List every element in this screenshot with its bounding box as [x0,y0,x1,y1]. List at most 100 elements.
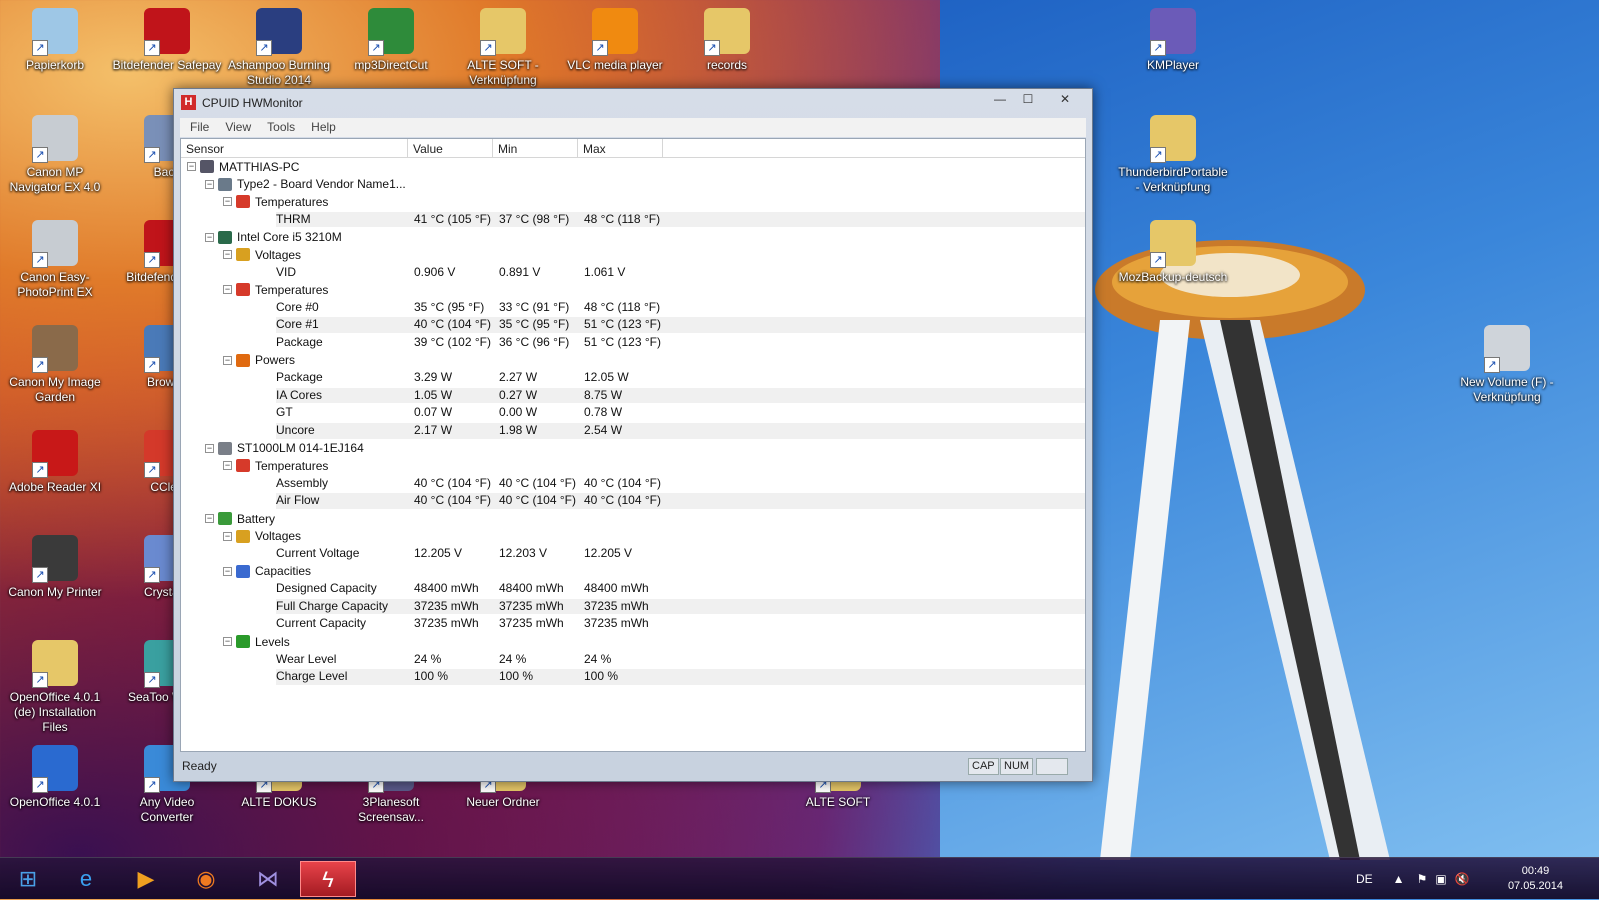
sensor-row[interactable]: GT 0.07 W 0.00 W 0.78 W [181,404,1085,422]
tree-node[interactable]: − Powers [181,352,1085,370]
language-indicator[interactable]: DE [1356,872,1373,886]
hwmonitor-window[interactable]: H CPUID HWMonitor — ☐ ✕ File View Tools … [173,88,1093,782]
sensor-row[interactable]: Full Charge Capacity 37235 mWh 37235 mWh 37… [181,598,1085,616]
firefox-button[interactable]: ◉ [178,861,234,897]
internet-explorer-button[interactable]: e [58,861,114,897]
collapse-toggle-icon[interactable]: − [205,443,214,453]
tree-node[interactable]: − Type2 - Board Vendor Name1... [181,176,1085,194]
network-icon[interactable]: ▣ [1435,872,1446,886]
collapse-toggle-icon[interactable]: − [223,566,232,576]
sensor-row[interactable]: THRM 41 °C (105 °F) 37 °C (98 °F) 48 °C (11… [181,211,1085,229]
minimize-button[interactable]: — [986,89,1014,109]
sensor-max: 37235 mWh [584,616,649,631]
collapse-toggle-icon[interactable]: − [223,637,232,647]
tree-node[interactable]: − Intel Core i5 3210M [181,228,1085,246]
menu-file[interactable]: File [182,118,217,137]
tree-node[interactable]: − ST1000LM 014-1EJ164 [181,440,1085,458]
collapse-toggle-icon[interactable]: − [187,162,196,172]
sensor-row[interactable]: Wear Level 24 % 24 % 24 % [181,651,1085,669]
show-hidden-icons-icon[interactable]: ▲ [1393,872,1405,886]
sensor-row[interactable]: VID 0.906 V 0.891 V 1.061 V [181,264,1085,282]
sensor-name: THRM [276,211,311,226]
desktop-icon[interactable]: Ashampoo Burning Studio 2014 [224,8,334,88]
desktop-icon[interactable]: VLC media player [560,8,670,73]
power-icon [236,353,250,367]
tree-node[interactable]: − Temperatures [181,281,1085,299]
collapse-toggle-icon[interactable]: − [223,355,232,365]
menu-view[interactable]: View [217,118,259,137]
collapse-toggle-icon[interactable]: − [223,531,232,541]
media-player-button[interactable]: ▶ [118,861,174,897]
collapse-toggle-icon[interactable]: − [223,461,232,471]
desktop-icon[interactable]: OpenOffice 4.0.1 [0,745,110,810]
collapse-toggle-icon[interactable]: − [223,285,232,295]
collapse-toggle-icon[interactable]: − [223,250,232,260]
desktop-icon[interactable]: Papierkorb [0,8,110,73]
title-bar[interactable]: H CPUID HWMonitor — ☐ ✕ [174,89,1092,116]
sensor-row[interactable]: Current Voltage 12.205 V 12.203 V 12.205 V [181,545,1085,563]
tree-node[interactable]: − Capacities [181,563,1085,581]
clock[interactable]: 00:49 07.05.2014 [1508,864,1563,894]
column-max[interactable]: Max [578,139,663,157]
desktop-icon[interactable]: Canon Easy-PhotoPrint EX [0,220,110,300]
sensor-tree-view[interactable]: Sensor Value Min Max − MATTHIAS-PC − Type2 … [180,138,1086,752]
sensor-value: 40 °C (104 °F) [414,493,491,508]
hwmonitor-button[interactable]: ϟ [300,861,356,897]
desktop-icon[interactable]: KMPlayer [1118,8,1228,73]
column-value[interactable]: Value [408,139,493,157]
menu-help[interactable]: Help [303,118,344,137]
start-button[interactable]: ⊞ [0,861,56,897]
sensor-row[interactable]: Air Flow 40 °C (104 °F) 40 °C (104 °F) 40 °… [181,492,1085,510]
desktop-icon[interactable]: Canon My Image Garden [0,325,110,405]
tree-node-label: Powers [255,353,296,368]
desktop-icon[interactable]: records [672,8,782,73]
desktop-icon[interactable]: Adobe Reader XI [0,430,110,495]
desktop-icon[interactable]: Bitdefender Safepay [112,8,222,73]
collapse-toggle-icon[interactable]: − [205,514,214,524]
collapse-toggle-icon[interactable]: − [205,232,214,242]
menu-tools[interactable]: Tools [259,118,303,137]
shortcut-icon [1150,8,1196,56]
sensor-row[interactable]: Uncore 2.17 W 1.98 W 2.54 W [181,422,1085,440]
sensor-row[interactable]: IA Cores 1.05 W 0.27 W 8.75 W [181,387,1085,405]
tree-node[interactable]: − Voltages [181,246,1085,264]
tree-node[interactable]: − Levels [181,633,1085,651]
sensor-name: Core #1 [276,317,319,332]
sensor-row[interactable]: Charge Level 100 % 100 % 100 % [181,668,1085,686]
desktop-icon[interactable]: New Volume (F) - Verknüpfung [1452,325,1562,405]
desktop-icon[interactable]: ALTE SOFT - Verknüpfung [448,8,558,88]
collapse-toggle-icon[interactable]: − [223,197,232,207]
action-center-flag-icon[interactable]: ⚑ [1417,872,1428,886]
volume-muted-icon[interactable]: 🔇 [1455,872,1470,886]
column-min[interactable]: Min [493,139,578,157]
sensor-name: VID [276,264,297,279]
tree-node[interactable]: − Temperatures [181,193,1085,211]
desktop-icon[interactable]: MozBackup-deutsch [1118,220,1228,285]
sensor-row[interactable]: Designed Capacity 48400 mWh 48400 mWh 48400… [181,580,1085,598]
sensor-row[interactable]: Core #1 40 °C (104 °F) 35 °C (95 °F) 51 °C … [181,316,1085,334]
sensor-row[interactable]: Current Capacity 37235 mWh 37235 mWh 37235 … [181,615,1085,633]
sensor-value: 1.05 W [414,387,453,402]
tree-node[interactable]: − Battery [181,510,1085,528]
desktop-icon[interactable]: mp3DirectCut [336,8,446,73]
close-button[interactable]: ✕ [1042,89,1088,109]
tree-node[interactable]: − Temperatures [181,457,1085,475]
desktop-icon[interactable]: Canon MP Navigator EX 4.0 [0,115,110,195]
tree-node[interactable]: − Voltages [181,527,1085,545]
desktop-icon-label: mp3DirectCut [354,58,428,72]
collapse-toggle-icon[interactable]: − [205,179,214,189]
sensor-row[interactable]: Package 3.29 W 2.27 W 12.05 W [181,369,1085,387]
sensor-row[interactable]: Assembly 40 °C (104 °F) 40 °C (104 °F) 40 °… [181,475,1085,493]
sensor-row[interactable]: Package 39 °C (102 °F) 36 °C (96 °F) 51 °C … [181,334,1085,352]
tree-node[interactable]: − MATTHIAS-PC [181,158,1085,176]
motherboard-icon [218,177,232,191]
sensor-row[interactable]: Core #0 35 °C (95 °F) 33 °C (91 °F) 48 °C (… [181,299,1085,317]
sensor-value: 41 °C (105 °F) [414,211,491,226]
desktop-icon[interactable]: ThunderbirdPortable - Verknüpfung [1118,115,1228,195]
desktop-icon[interactable]: OpenOffice 4.0.1 (de) Installation Files [0,640,110,735]
sensor-min: 37235 mWh [499,598,564,613]
maximize-button[interactable]: ☐ [1014,89,1042,109]
column-sensor[interactable]: Sensor [181,139,408,157]
kmplayer-button[interactable]: ⋈ [240,861,296,897]
desktop-icon[interactable]: Canon My Printer [0,535,110,600]
